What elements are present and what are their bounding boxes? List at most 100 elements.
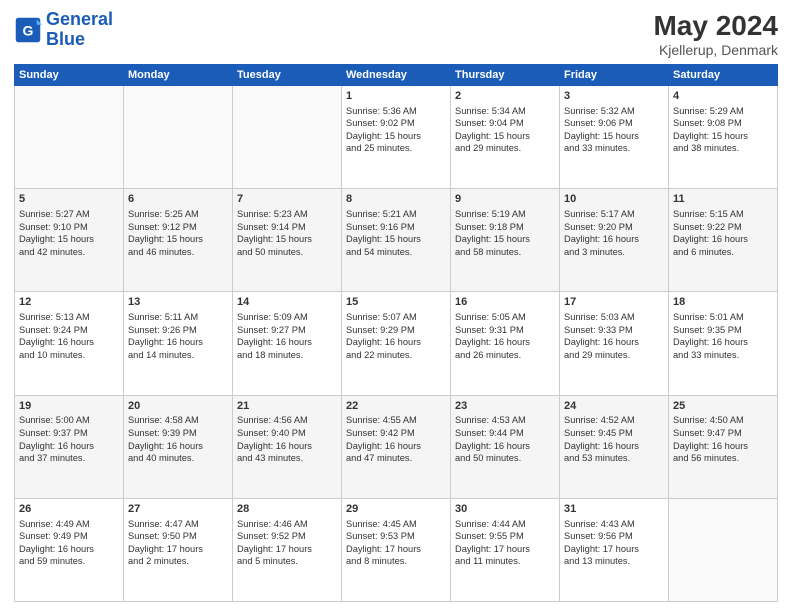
table-row: 11Sunrise: 5:15 AMSunset: 9:22 PMDayligh… [669, 189, 778, 292]
day-number: 10 [564, 192, 664, 207]
day-info: Sunrise: 4:45 AMSunset: 9:53 PMDaylight:… [346, 518, 446, 568]
table-row: 8Sunrise: 5:21 AMSunset: 9:16 PMDaylight… [342, 189, 451, 292]
day-number: 16 [455, 295, 555, 310]
day-info: Sunrise: 5:25 AMSunset: 9:12 PMDaylight:… [128, 208, 228, 258]
day-number: 4 [673, 89, 773, 104]
day-info: Sunrise: 5:11 AMSunset: 9:26 PMDaylight:… [128, 311, 228, 361]
col-saturday: Saturday [669, 65, 778, 86]
day-info: Sunrise: 5:13 AMSunset: 9:24 PMDaylight:… [19, 311, 119, 361]
day-info: Sunrise: 5:19 AMSunset: 9:18 PMDaylight:… [455, 208, 555, 258]
day-info: Sunrise: 5:29 AMSunset: 9:08 PMDaylight:… [673, 105, 773, 155]
day-info: Sunrise: 4:52 AMSunset: 9:45 PMDaylight:… [564, 414, 664, 464]
day-info: Sunrise: 4:44 AMSunset: 9:55 PMDaylight:… [455, 518, 555, 568]
table-row: 10Sunrise: 5:17 AMSunset: 9:20 PMDayligh… [560, 189, 669, 292]
day-number: 3 [564, 89, 664, 104]
day-number: 28 [237, 502, 337, 517]
svg-text:G: G [23, 22, 34, 38]
day-number: 27 [128, 502, 228, 517]
day-number: 8 [346, 192, 446, 207]
day-number: 11 [673, 192, 773, 207]
day-number: 12 [19, 295, 119, 310]
day-info: Sunrise: 5:17 AMSunset: 9:20 PMDaylight:… [564, 208, 664, 258]
day-number: 1 [346, 89, 446, 104]
table-row: 29Sunrise: 4:45 AMSunset: 9:53 PMDayligh… [342, 498, 451, 601]
table-row: 25Sunrise: 4:50 AMSunset: 9:47 PMDayligh… [669, 395, 778, 498]
title-block: May 2024 Kjellerup, Denmark [653, 10, 778, 58]
day-number: 29 [346, 502, 446, 517]
table-row: 26Sunrise: 4:49 AMSunset: 9:49 PMDayligh… [15, 498, 124, 601]
day-info: Sunrise: 4:55 AMSunset: 9:42 PMDaylight:… [346, 414, 446, 464]
day-info: Sunrise: 5:27 AMSunset: 9:10 PMDaylight:… [19, 208, 119, 258]
day-info: Sunrise: 4:43 AMSunset: 9:56 PMDaylight:… [564, 518, 664, 568]
table-row: 2Sunrise: 5:34 AMSunset: 9:04 PMDaylight… [451, 86, 560, 189]
day-info: Sunrise: 5:05 AMSunset: 9:31 PMDaylight:… [455, 311, 555, 361]
day-number: 2 [455, 89, 555, 104]
table-row: 5Sunrise: 5:27 AMSunset: 9:10 PMDaylight… [15, 189, 124, 292]
calendar-week-row: 26Sunrise: 4:49 AMSunset: 9:49 PMDayligh… [15, 498, 778, 601]
table-row: 14Sunrise: 5:09 AMSunset: 9:27 PMDayligh… [233, 292, 342, 395]
table-row: 9Sunrise: 5:19 AMSunset: 9:18 PMDaylight… [451, 189, 560, 292]
month-year-title: May 2024 [653, 10, 778, 42]
day-info: Sunrise: 5:09 AMSunset: 9:27 PMDaylight:… [237, 311, 337, 361]
table-row: 20Sunrise: 4:58 AMSunset: 9:39 PMDayligh… [124, 395, 233, 498]
table-row: 19Sunrise: 5:00 AMSunset: 9:37 PMDayligh… [15, 395, 124, 498]
day-number: 14 [237, 295, 337, 310]
calendar-header-row: Sunday Monday Tuesday Wednesday Thursday… [15, 65, 778, 86]
day-number: 24 [564, 399, 664, 414]
logo-text: General Blue [46, 10, 113, 50]
col-tuesday: Tuesday [233, 65, 342, 86]
logo: G General Blue [14, 10, 113, 50]
logo-icon: G [14, 16, 42, 44]
table-row: 28Sunrise: 4:46 AMSunset: 9:52 PMDayligh… [233, 498, 342, 601]
day-number: 26 [19, 502, 119, 517]
table-row: 21Sunrise: 4:56 AMSunset: 9:40 PMDayligh… [233, 395, 342, 498]
day-info: Sunrise: 4:47 AMSunset: 9:50 PMDaylight:… [128, 518, 228, 568]
table-row: 15Sunrise: 5:07 AMSunset: 9:29 PMDayligh… [342, 292, 451, 395]
day-info: Sunrise: 5:21 AMSunset: 9:16 PMDaylight:… [346, 208, 446, 258]
day-number: 21 [237, 399, 337, 414]
day-number: 20 [128, 399, 228, 414]
table-row [669, 498, 778, 601]
day-number: 5 [19, 192, 119, 207]
day-info: Sunrise: 5:07 AMSunset: 9:29 PMDaylight:… [346, 311, 446, 361]
day-number: 9 [455, 192, 555, 207]
table-row: 31Sunrise: 4:43 AMSunset: 9:56 PMDayligh… [560, 498, 669, 601]
day-number: 31 [564, 502, 664, 517]
table-row: 30Sunrise: 4:44 AMSunset: 9:55 PMDayligh… [451, 498, 560, 601]
day-info: Sunrise: 5:00 AMSunset: 9:37 PMDaylight:… [19, 414, 119, 464]
day-info: Sunrise: 5:32 AMSunset: 9:06 PMDaylight:… [564, 105, 664, 155]
day-number: 17 [564, 295, 664, 310]
table-row: 22Sunrise: 4:55 AMSunset: 9:42 PMDayligh… [342, 395, 451, 498]
table-row: 7Sunrise: 5:23 AMSunset: 9:14 PMDaylight… [233, 189, 342, 292]
table-row: 12Sunrise: 5:13 AMSunset: 9:24 PMDayligh… [15, 292, 124, 395]
day-number: 25 [673, 399, 773, 414]
col-monday: Monday [124, 65, 233, 86]
day-info: Sunrise: 5:03 AMSunset: 9:33 PMDaylight:… [564, 311, 664, 361]
table-row [15, 86, 124, 189]
day-number: 23 [455, 399, 555, 414]
table-row: 3Sunrise: 5:32 AMSunset: 9:06 PMDaylight… [560, 86, 669, 189]
day-number: 30 [455, 502, 555, 517]
col-wednesday: Wednesday [342, 65, 451, 86]
day-info: Sunrise: 5:36 AMSunset: 9:02 PMDaylight:… [346, 105, 446, 155]
day-info: Sunrise: 4:58 AMSunset: 9:39 PMDaylight:… [128, 414, 228, 464]
day-number: 7 [237, 192, 337, 207]
calendar-week-row: 12Sunrise: 5:13 AMSunset: 9:24 PMDayligh… [15, 292, 778, 395]
calendar-week-row: 1Sunrise: 5:36 AMSunset: 9:02 PMDaylight… [15, 86, 778, 189]
day-number: 18 [673, 295, 773, 310]
table-row [124, 86, 233, 189]
day-info: Sunrise: 4:46 AMSunset: 9:52 PMDaylight:… [237, 518, 337, 568]
col-thursday: Thursday [451, 65, 560, 86]
table-row: 27Sunrise: 4:47 AMSunset: 9:50 PMDayligh… [124, 498, 233, 601]
table-row: 16Sunrise: 5:05 AMSunset: 9:31 PMDayligh… [451, 292, 560, 395]
day-number: 15 [346, 295, 446, 310]
location-label: Kjellerup, Denmark [653, 42, 778, 58]
day-info: Sunrise: 5:15 AMSunset: 9:22 PMDaylight:… [673, 208, 773, 258]
day-number: 6 [128, 192, 228, 207]
col-friday: Friday [560, 65, 669, 86]
table-row: 18Sunrise: 5:01 AMSunset: 9:35 PMDayligh… [669, 292, 778, 395]
calendar-week-row: 5Sunrise: 5:27 AMSunset: 9:10 PMDaylight… [15, 189, 778, 292]
day-info: Sunrise: 4:49 AMSunset: 9:49 PMDaylight:… [19, 518, 119, 568]
day-info: Sunrise: 4:50 AMSunset: 9:47 PMDaylight:… [673, 414, 773, 464]
col-sunday: Sunday [15, 65, 124, 86]
